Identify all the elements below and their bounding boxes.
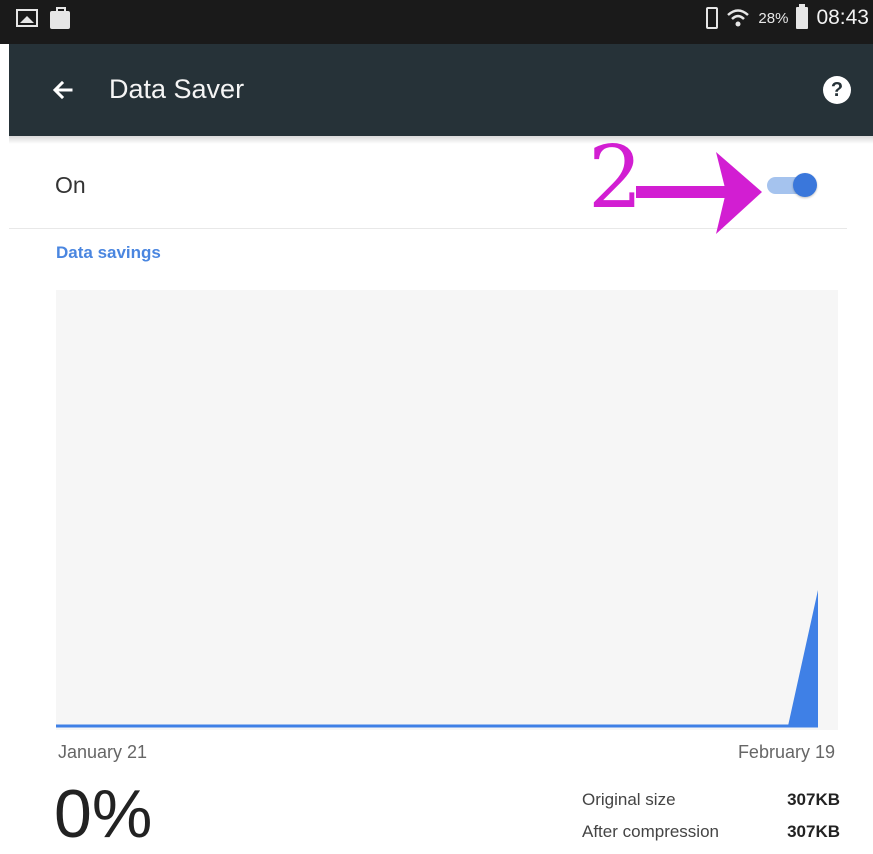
annotation-arrow-icon (636, 152, 762, 234)
clock: 08:43 (816, 6, 869, 29)
compressed-size-label: After compression (582, 822, 719, 841)
image-notification-icon (16, 9, 38, 27)
status-bar-notifications (16, 7, 70, 29)
switch-label: On (55, 172, 86, 198)
data-savings-header: Data savings (56, 243, 161, 262)
original-size-label: Original size (582, 790, 676, 809)
chart-background (56, 290, 838, 730)
original-size-value: 307KB (787, 790, 840, 809)
back-arrow-icon[interactable] (49, 76, 77, 104)
battery-icon (796, 4, 809, 29)
wifi-icon (726, 8, 750, 28)
help-icon[interactable]: ? (823, 76, 851, 104)
data-savings-chart (56, 290, 838, 730)
chart-start-date: January 21 (58, 742, 148, 762)
status-bar-system: 28% 08:43 (706, 4, 869, 30)
original-size-row: Original size 307KB (582, 790, 840, 822)
app-bar: Data Saver ? (9, 44, 873, 136)
toggle-thumb (793, 173, 817, 197)
annotation-number: 2 (588, 128, 643, 228)
compressed-size-value: 307KB (787, 822, 840, 841)
page-title: Data Saver (109, 74, 245, 104)
annotation-callout: 2 (586, 128, 776, 240)
status-bar: 28% 08:43 (0, 0, 873, 44)
savings-percent: 0% (54, 776, 153, 852)
store-notification-icon (50, 7, 70, 29)
vibrate-icon (706, 7, 719, 29)
size-stats: Original size 307KB After compression 30… (582, 790, 840, 854)
battery-percent: 28% (758, 9, 789, 27)
chart-end-date: February 19 (737, 742, 835, 762)
compressed-size-row: After compression 307KB (582, 822, 840, 854)
